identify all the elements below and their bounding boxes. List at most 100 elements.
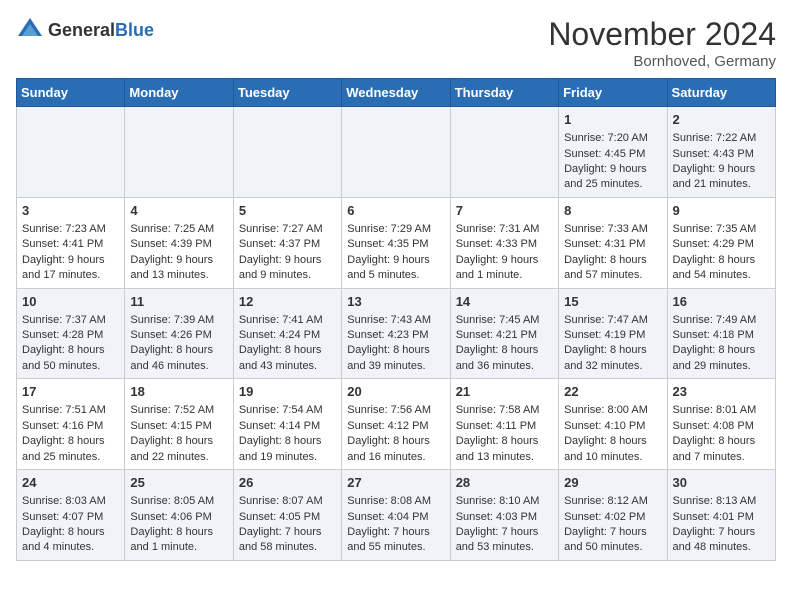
day-number: 8 bbox=[564, 202, 661, 220]
day-number: 18 bbox=[130, 383, 227, 401]
cell-text: Daylight: 7 hours and 55 minutes. bbox=[347, 525, 444, 556]
calendar-header: SundayMondayTuesdayWednesdayThursdayFrid… bbox=[17, 79, 776, 107]
day-number: 15 bbox=[564, 293, 661, 311]
cell-text: Sunset: 4:43 PM bbox=[673, 147, 770, 162]
calendar-cell: 18Sunrise: 7:52 AMSunset: 4:15 PMDayligh… bbox=[125, 379, 233, 470]
cell-text: Daylight: 8 hours and 16 minutes. bbox=[347, 434, 444, 465]
cell-text: Sunrise: 7:23 AM bbox=[22, 222, 119, 237]
cell-text: Sunset: 4:07 PM bbox=[22, 510, 119, 525]
cell-text: Sunset: 4:39 PM bbox=[130, 237, 227, 252]
calendar-week-3: 17Sunrise: 7:51 AMSunset: 4:16 PMDayligh… bbox=[17, 379, 776, 470]
calendar-week-4: 24Sunrise: 8:03 AMSunset: 4:07 PMDayligh… bbox=[17, 470, 776, 561]
logo-general: General bbox=[48, 20, 115, 40]
cell-text: Daylight: 8 hours and 4 minutes. bbox=[22, 525, 119, 556]
cell-text: Sunrise: 8:10 AM bbox=[456, 494, 553, 509]
calendar-cell: 26Sunrise: 8:07 AMSunset: 4:05 PMDayligh… bbox=[233, 470, 341, 561]
calendar-cell: 13Sunrise: 7:43 AMSunset: 4:23 PMDayligh… bbox=[342, 288, 450, 379]
cell-text: Daylight: 7 hours and 53 minutes. bbox=[456, 525, 553, 556]
calendar-cell: 3 Sunrise: 7:23 AMSunset: 4:41 PMDaylight… bbox=[17, 197, 125, 288]
day-number: 4 bbox=[130, 202, 227, 220]
calendar-cell: 16Sunrise: 7:49 AMSunset: 4:18 PMDayligh… bbox=[667, 288, 775, 379]
logo: GeneralBlue bbox=[16, 16, 154, 44]
cell-text: Daylight: 8 hours and 29 minutes. bbox=[673, 343, 770, 374]
day-number: 6 bbox=[347, 202, 444, 220]
day-number: 19 bbox=[239, 383, 336, 401]
calendar-cell: 11Sunrise: 7:39 AMSunset: 4:26 PMDayligh… bbox=[125, 288, 233, 379]
cell-text: Daylight: 8 hours and 22 minutes. bbox=[130, 434, 227, 465]
cell-text: Sunrise: 8:01 AM bbox=[673, 403, 770, 418]
cell-text: Sunrise: 7:47 AM bbox=[564, 313, 661, 328]
cell-text: Sunset: 4:41 PM bbox=[22, 237, 119, 252]
calendar-cell: 14 Sunrise: 7:45 AMSunset: 4:21 PMDayligh… bbox=[450, 288, 558, 379]
cell-text: Sunset: 4:06 PM bbox=[130, 510, 227, 525]
cell-text: Sunrise: 7:27 AM bbox=[239, 222, 336, 237]
cell-text: Sunrise: 7:39 AM bbox=[130, 313, 227, 328]
calendar-cell: 28Sunrise: 8:10 AMSunset: 4:03 PMDayligh… bbox=[450, 470, 558, 561]
day-number: 3 bbox=[22, 202, 119, 220]
day-number: 21 bbox=[456, 383, 553, 401]
day-number: 23 bbox=[673, 383, 770, 401]
cell-text: Sunrise: 8:08 AM bbox=[347, 494, 444, 509]
calendar-cell: 10Sunrise: 7:37 AMSunset: 4:28 PMDayligh… bbox=[17, 288, 125, 379]
calendar-cell: 24Sunrise: 8:03 AMSunset: 4:07 PMDayligh… bbox=[17, 470, 125, 561]
cell-text: Sunrise: 7:20 AM bbox=[564, 131, 661, 146]
logo-blue: Blue bbox=[115, 20, 154, 40]
calendar-cell: 2 Sunrise: 7:22 AMSunset: 4:43 PMDaylight… bbox=[667, 107, 775, 198]
cell-text: Daylight: 9 hours and 25 minutes. bbox=[564, 162, 661, 193]
cell-text: Daylight: 8 hours and 32 minutes. bbox=[564, 343, 661, 374]
cell-text: Daylight: 9 hours and 13 minutes. bbox=[130, 253, 227, 284]
cell-text: Sunset: 4:15 PM bbox=[130, 419, 227, 434]
cell-text: Daylight: 7 hours and 48 minutes. bbox=[673, 525, 770, 556]
cell-text: Sunrise: 7:43 AM bbox=[347, 313, 444, 328]
cell-text: Daylight: 8 hours and 19 minutes. bbox=[239, 434, 336, 465]
calendar-cell: 4 Sunrise: 7:25 AMSunset: 4:39 PMDaylight… bbox=[125, 197, 233, 288]
cell-text: Sunrise: 7:58 AM bbox=[456, 403, 553, 418]
cell-text: Sunrise: 8:05 AM bbox=[130, 494, 227, 509]
calendar-cell: 12Sunrise: 7:41 AMSunset: 4:24 PMDayligh… bbox=[233, 288, 341, 379]
cell-text: Sunset: 4:26 PM bbox=[130, 328, 227, 343]
day-number: 7 bbox=[456, 202, 553, 220]
header-cell-sunday: Sunday bbox=[17, 79, 125, 107]
calendar-week-1: 3Sunrise: 7:23 AMSunset: 4:41 PMDaylight… bbox=[17, 197, 776, 288]
calendar-cell: 19Sunrise: 7:54 AMSunset: 4:14 PMDayligh… bbox=[233, 379, 341, 470]
cell-text: Sunset: 4:21 PM bbox=[456, 328, 553, 343]
cell-text: Sunrise: 7:35 AM bbox=[673, 222, 770, 237]
day-number: 22 bbox=[564, 383, 661, 401]
header-cell-thursday: Thursday bbox=[450, 79, 558, 107]
day-number: 14 bbox=[456, 293, 553, 311]
cell-text: Sunset: 4:14 PM bbox=[239, 419, 336, 434]
calendar-cell: 8Sunrise: 7:33 AMSunset: 4:31 PMDaylight… bbox=[559, 197, 667, 288]
cell-text: Sunset: 4:28 PM bbox=[22, 328, 119, 343]
cell-text: Sunrise: 7:31 AM bbox=[456, 222, 553, 237]
calendar-cell: 22Sunrise: 8:00 AMSunset: 4:10 PMDayligh… bbox=[559, 379, 667, 470]
cell-text: Sunset: 4:10 PM bbox=[564, 419, 661, 434]
calendar-cell bbox=[233, 107, 341, 198]
cell-text: Sunset: 4:45 PM bbox=[564, 147, 661, 162]
cell-text: Sunset: 4:02 PM bbox=[564, 510, 661, 525]
header-cell-saturday: Saturday bbox=[667, 79, 775, 107]
header-cell-wednesday: Wednesday bbox=[342, 79, 450, 107]
cell-text: Sunrise: 7:25 AM bbox=[130, 222, 227, 237]
cell-text: Daylight: 9 hours and 9 minutes. bbox=[239, 253, 336, 284]
header-cell-tuesday: Tuesday bbox=[233, 79, 341, 107]
cell-text: Daylight: 8 hours and 13 minutes. bbox=[456, 434, 553, 465]
calendar-cell bbox=[17, 107, 125, 198]
calendar-cell: 23Sunrise: 8:01 AMSunset: 4:08 PMDayligh… bbox=[667, 379, 775, 470]
logo-text: GeneralBlue bbox=[48, 20, 154, 41]
cell-text: Daylight: 8 hours and 10 minutes. bbox=[564, 434, 661, 465]
cell-text: Daylight: 8 hours and 36 minutes. bbox=[456, 343, 553, 374]
cell-text: Sunrise: 7:22 AM bbox=[673, 131, 770, 146]
calendar-cell bbox=[342, 107, 450, 198]
cell-text: Sunrise: 7:45 AM bbox=[456, 313, 553, 328]
day-number: 9 bbox=[673, 202, 770, 220]
cell-text: Daylight: 9 hours and 17 minutes. bbox=[22, 253, 119, 284]
cell-text: Sunrise: 7:56 AM bbox=[347, 403, 444, 418]
day-number: 2 bbox=[673, 111, 770, 129]
header-cell-friday: Friday bbox=[559, 79, 667, 107]
day-number: 27 bbox=[347, 474, 444, 492]
cell-text: Sunset: 4:11 PM bbox=[456, 419, 553, 434]
cell-text: Daylight: 8 hours and 39 minutes. bbox=[347, 343, 444, 374]
calendar-body: 1Sunrise: 7:20 AMSunset: 4:45 PMDaylight… bbox=[17, 107, 776, 561]
cell-text: Daylight: 9 hours and 21 minutes. bbox=[673, 162, 770, 193]
calendar-cell: 20Sunrise: 7:56 AMSunset: 4:12 PMDayligh… bbox=[342, 379, 450, 470]
